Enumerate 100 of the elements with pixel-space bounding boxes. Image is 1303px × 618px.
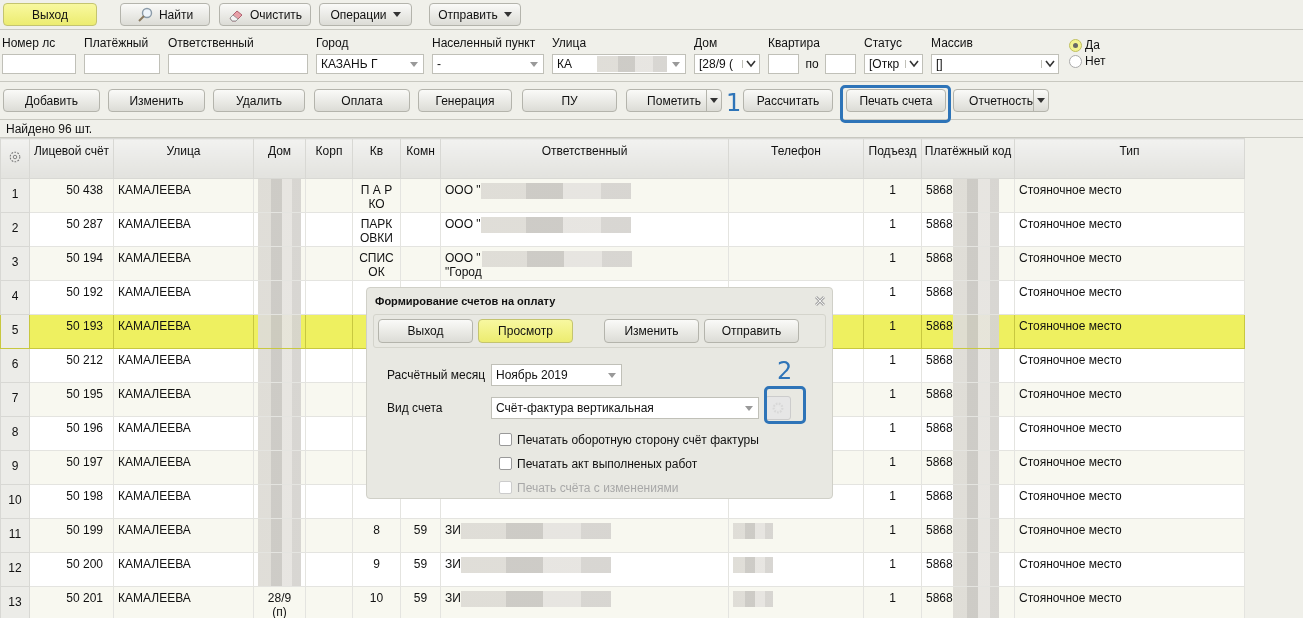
radio-button[interactable] — [1069, 38, 1082, 52]
column-header[interactable]: Подъезд — [863, 138, 922, 179]
table-cell: 5868 — [926, 557, 953, 571]
radio-label: Нет — [1085, 54, 1106, 68]
input-field[interactable] — [2, 54, 76, 74]
table-cell: КАМАЛЕЕВА — [118, 183, 191, 197]
action-button[interactable]: Добавить — [3, 89, 100, 112]
table-cell: КАМАЛЕЕВА — [118, 523, 191, 537]
row-number: 11 — [0, 518, 30, 553]
table-cell: 50 200 — [66, 557, 103, 571]
row-number: 4 — [0, 280, 30, 315]
row-number: 5 — [0, 314, 30, 349]
table-cell: Стояночное место — [1019, 319, 1122, 333]
dialog-button[interactable]: Выход — [378, 319, 473, 343]
caret-icon — [503, 12, 512, 17]
table-cell: Стояночное место — [1019, 353, 1122, 367]
settings-icon[interactable] — [8, 150, 22, 164]
toolbar-button[interactable]: Операции — [319, 3, 412, 26]
input-field[interactable] — [84, 54, 160, 74]
table-cell: КАМАЛЕЕВА — [118, 217, 191, 231]
table-cell: 9 — [373, 557, 380, 571]
row-number: 12 — [0, 552, 30, 587]
dropdown-icon — [608, 372, 616, 378]
table-cell: 1 — [889, 421, 896, 435]
close-icon[interactable] — [814, 295, 826, 307]
field-label: Населенный пункт — [432, 36, 537, 50]
table-cell: 59 — [413, 523, 428, 537]
column-header[interactable]: Корп — [305, 138, 353, 179]
table-cell: 5868 — [926, 285, 953, 299]
input-field[interactable] — [824, 54, 856, 74]
table-cell: 50 198 — [66, 489, 103, 503]
table-cell: Стояночное место — [1019, 217, 1122, 231]
search-icon — [136, 6, 153, 23]
select-field[interactable]: [] — [931, 54, 1059, 74]
toolbar-button[interactable]: Отправить — [429, 3, 521, 26]
input-field[interactable] — [768, 54, 800, 74]
checkbox[interactable] — [499, 457, 512, 470]
column-header[interactable]: Ответственный — [440, 138, 729, 179]
table-cell: Стояночное место — [1019, 387, 1122, 401]
action-button[interactable]: Удалить — [213, 89, 305, 112]
table-cell: ООО " "Город — [445, 251, 482, 279]
highlight-frame — [764, 386, 806, 424]
dropdown-icon — [410, 61, 418, 67]
action-button[interactable]: Генерация — [418, 89, 512, 112]
table-cell: 50 212 — [66, 353, 103, 367]
table-cell: 5868 — [926, 591, 953, 605]
invoice-type-select[interactable]: Счёт-фактура вертикальная — [491, 397, 759, 419]
checkbox[interactable] — [499, 433, 512, 446]
column-header[interactable]: Тип — [1014, 138, 1245, 179]
column-header[interactable]: Улица — [113, 138, 254, 179]
column-header[interactable]: Платёжный код — [921, 138, 1015, 179]
checkbox-label: Печатать акт выполненых работ — [517, 456, 698, 471]
action-button[interactable]: Оплата — [314, 89, 410, 112]
select-field[interactable]: [Откр — [864, 54, 923, 74]
field-label: Статус — [864, 36, 903, 50]
action-button[interactable]: Изменить — [108, 89, 205, 112]
table-cell: 5868 — [926, 319, 953, 333]
column-header[interactable]: Комн — [400, 138, 441, 179]
table-cell: 1 — [889, 319, 896, 333]
toolbar-button[interactable]: Очистить — [219, 3, 311, 26]
dropdown-icon — [530, 61, 538, 67]
radio-label: Да — [1085, 38, 1100, 52]
column-header[interactable]: Лицевой счёт — [29, 138, 114, 179]
row-number: 6 — [0, 348, 30, 383]
action-button[interactable]: Отчетность — [953, 89, 1049, 112]
dialog-button[interactable]: Просмотр — [478, 319, 573, 343]
select-field[interactable]: [28/9 ( — [694, 54, 760, 74]
action-button[interactable]: Печать счета — [846, 89, 946, 112]
table-cell: 1 — [889, 523, 896, 537]
toolbar-button[interactable]: Найти — [120, 3, 210, 26]
table-cell: 50 192 — [66, 285, 103, 299]
column-header[interactable]: Телефон — [728, 138, 864, 179]
action-button[interactable]: Рассчитать — [743, 89, 833, 112]
table-cell: КАМАЛЕЕВА — [118, 285, 191, 299]
table-cell: 5868 — [926, 455, 953, 469]
caret-icon — [710, 98, 718, 103]
table-cell: ООО " — [445, 217, 481, 231]
table-cell: 50 438 — [66, 183, 103, 197]
settings-button[interactable] — [765, 396, 791, 420]
combo-field[interactable]: - — [432, 54, 544, 74]
table-cell: КАМАЛЕЕВА — [118, 387, 191, 401]
field-label: Платёжный — [84, 36, 150, 50]
table-cell: 50 197 — [66, 455, 103, 469]
row-number: 7 — [0, 382, 30, 417]
table-cell: 50 196 — [66, 421, 103, 435]
dropdown-icon — [672, 61, 680, 67]
column-header[interactable]: Кв — [352, 138, 401, 179]
combo-field[interactable]: КАЗАНЬ Г — [316, 54, 424, 74]
radio-button[interactable] — [1069, 54, 1082, 68]
dialog-button[interactable]: Отправить — [704, 319, 799, 343]
column-header[interactable]: Дом — [253, 138, 306, 179]
action-button[interactable]: Пометить — [626, 89, 722, 112]
action-button[interactable]: ПУ — [522, 89, 617, 112]
field-label: Номер лс — [2, 36, 57, 50]
input-field[interactable] — [168, 54, 308, 74]
month-select[interactable]: Ноябрь 2019 — [491, 364, 622, 386]
dialog-button[interactable]: Изменить — [604, 319, 699, 343]
combo-field[interactable]: КА — [552, 54, 686, 74]
toolbar-button[interactable]: Выход — [3, 3, 97, 26]
dropdown-icon — [745, 405, 753, 411]
